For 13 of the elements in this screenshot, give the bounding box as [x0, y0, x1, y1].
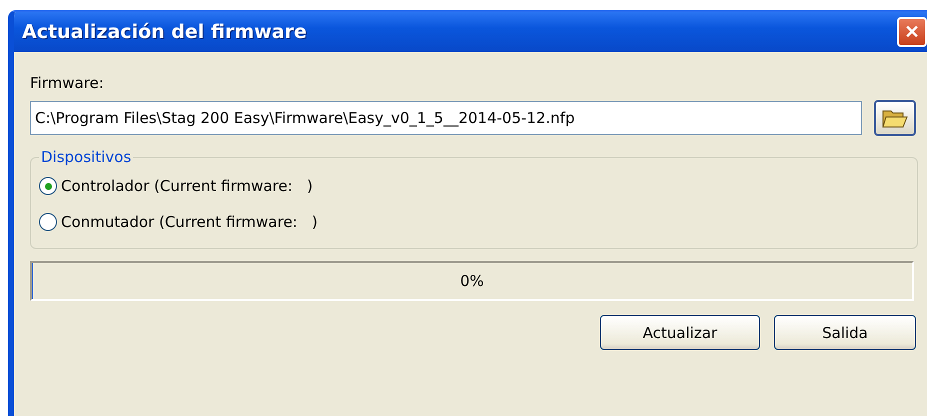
group-title: Dispositivos	[40, 148, 132, 166]
firmware-path-field[interactable]: C:\Program Files\Stag 200 Easy\Firmware\Easy_v0_1_5__2014-05-12.nfp	[30, 101, 862, 135]
radio-button[interactable]	[39, 177, 57, 195]
dialog-button[interactable]: Actualizar	[600, 315, 760, 350]
firmware-label: Firmware:	[30, 74, 105, 92]
close-button[interactable]: ✕	[897, 17, 927, 47]
radio-button[interactable]	[39, 213, 57, 231]
progress-reading: 0%	[460, 272, 484, 290]
dialog-button[interactable]: Salida	[774, 315, 916, 350]
window-title: Actualización del firmware	[22, 21, 307, 43]
radio-option[interactable]: Controlador (Current firmware: )	[39, 168, 909, 204]
radio-option[interactable]: Conmutador (Current firmware: )	[39, 204, 909, 240]
browse-button[interactable]	[874, 100, 916, 136]
